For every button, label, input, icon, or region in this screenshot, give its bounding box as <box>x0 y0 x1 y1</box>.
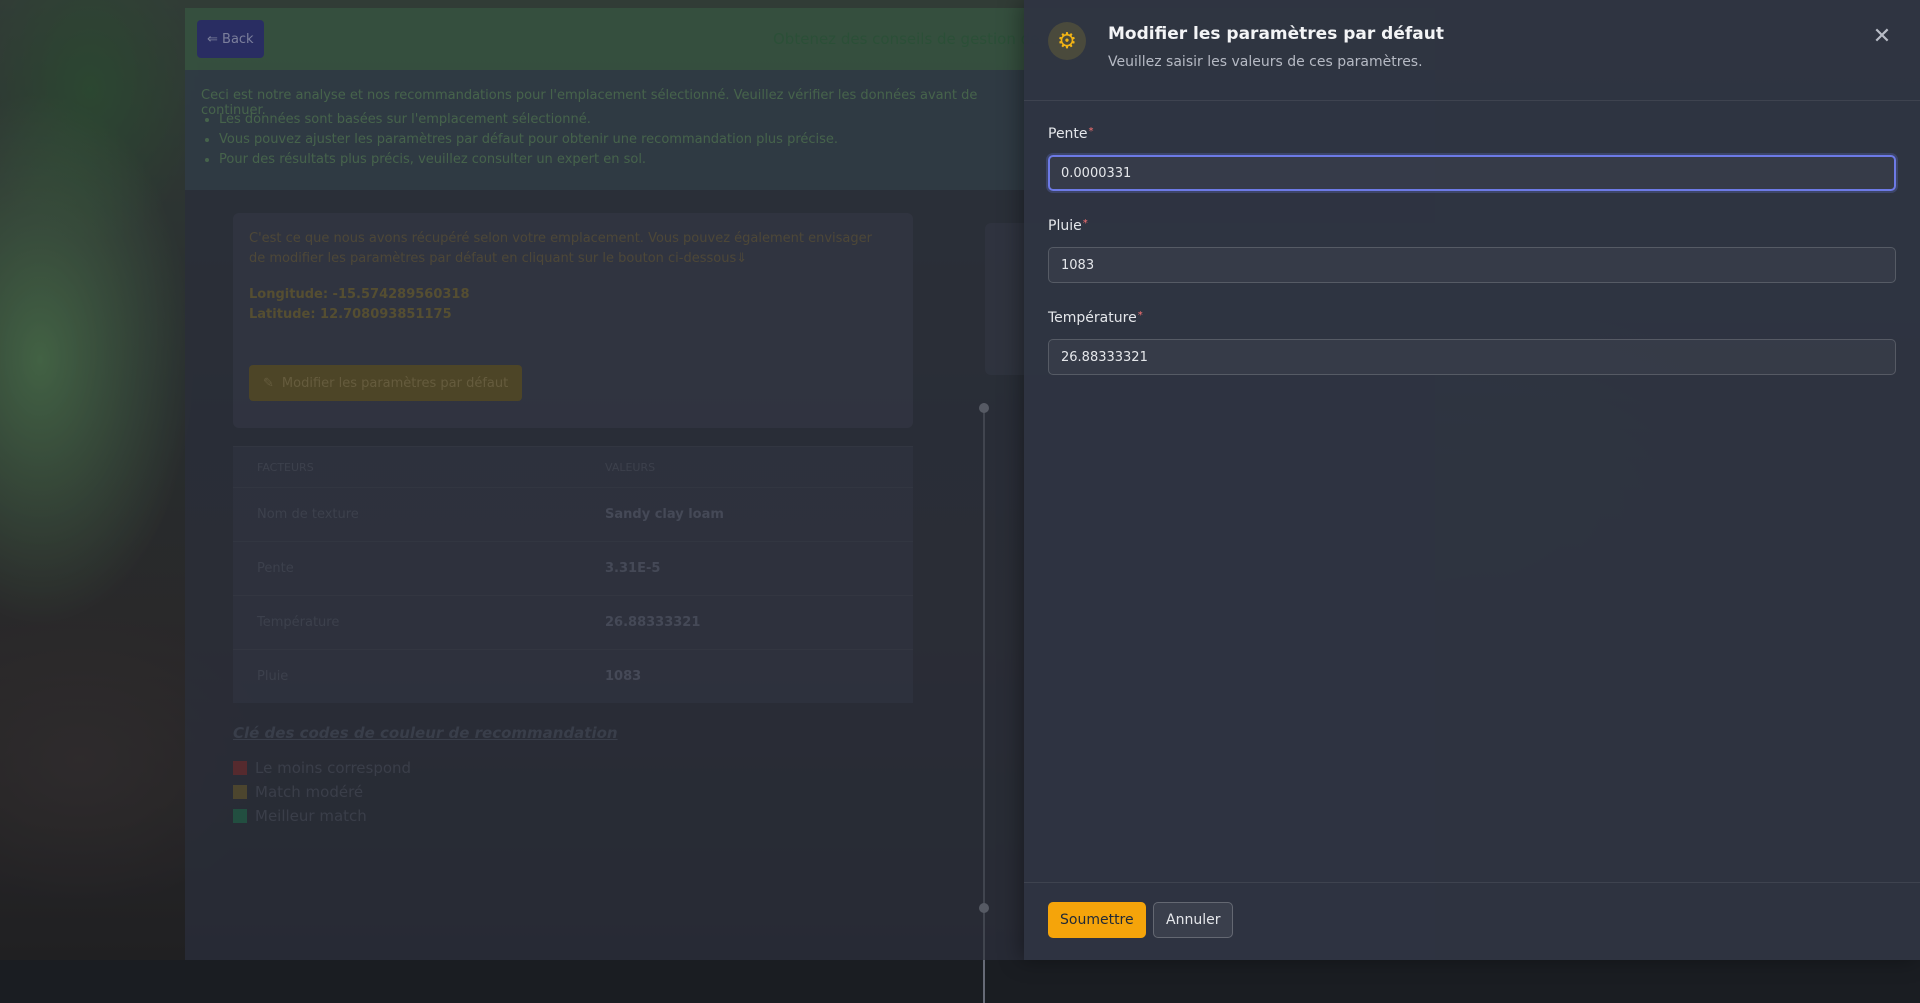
required-marker: * <box>1137 310 1143 321</box>
pluie-label-text: Pluie <box>1048 218 1082 234</box>
close-icon[interactable]: ✕ <box>1868 22 1896 50</box>
drawer-footer: Soumettre Annuler <box>1024 882 1920 960</box>
cancel-button[interactable]: Annuler <box>1153 902 1234 938</box>
drawer-title: Modifier les paramètres par défaut <box>1108 24 1444 44</box>
required-marker: * <box>1082 218 1088 229</box>
drawer-subtitle: Veuillez saisir les valeurs de ces param… <box>1108 54 1423 70</box>
pente-label: Pente* <box>1048 126 1094 142</box>
submit-button[interactable]: Soumettre <box>1048 902 1146 938</box>
pluie-input[interactable] <box>1048 247 1896 283</box>
required-marker: * <box>1088 126 1094 137</box>
pluie-label: Pluie* <box>1048 218 1088 234</box>
drawer-header: ⚙ Modifier les paramètres par défaut Veu… <box>1024 0 1920 101</box>
temperature-label: Température* <box>1048 310 1143 326</box>
temperature-input[interactable] <box>1048 339 1896 375</box>
edit-defaults-drawer: ⚙ Modifier les paramètres par défaut Veu… <box>1024 0 1920 960</box>
pente-input[interactable] <box>1048 155 1896 191</box>
temperature-label-text: Température <box>1048 310 1137 326</box>
pente-label-text: Pente <box>1048 126 1088 142</box>
gear-icon: ⚙ <box>1048 22 1086 60</box>
